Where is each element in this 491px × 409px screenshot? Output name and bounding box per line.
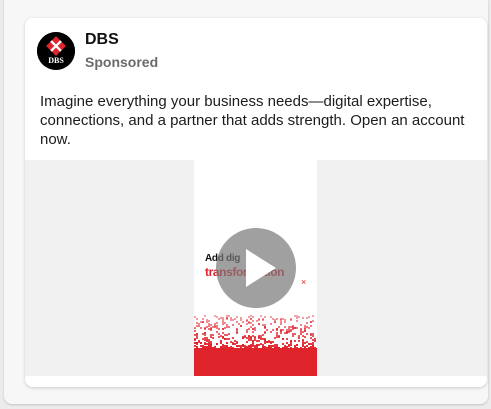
play-icon <box>246 249 276 287</box>
sponsored-label: Sponsored <box>85 54 159 70</box>
avatar-text: DBS <box>48 56 64 65</box>
post-body-text: Imagine everything your business needs—d… <box>40 93 465 148</box>
sponsored-post-card[interactable]: DBS DBS Sponsored Imagine everything you… <box>25 18 487 387</box>
dbs-logo-icon[interactable]: DBS <box>37 32 75 70</box>
feed-container: DBS DBS Sponsored Imagine everything you… <box>4 0 488 404</box>
media-area: Add dig transformation × <box>25 160 487 376</box>
play-button[interactable] <box>216 228 296 308</box>
advertiser-name[interactable]: DBS <box>85 31 119 49</box>
